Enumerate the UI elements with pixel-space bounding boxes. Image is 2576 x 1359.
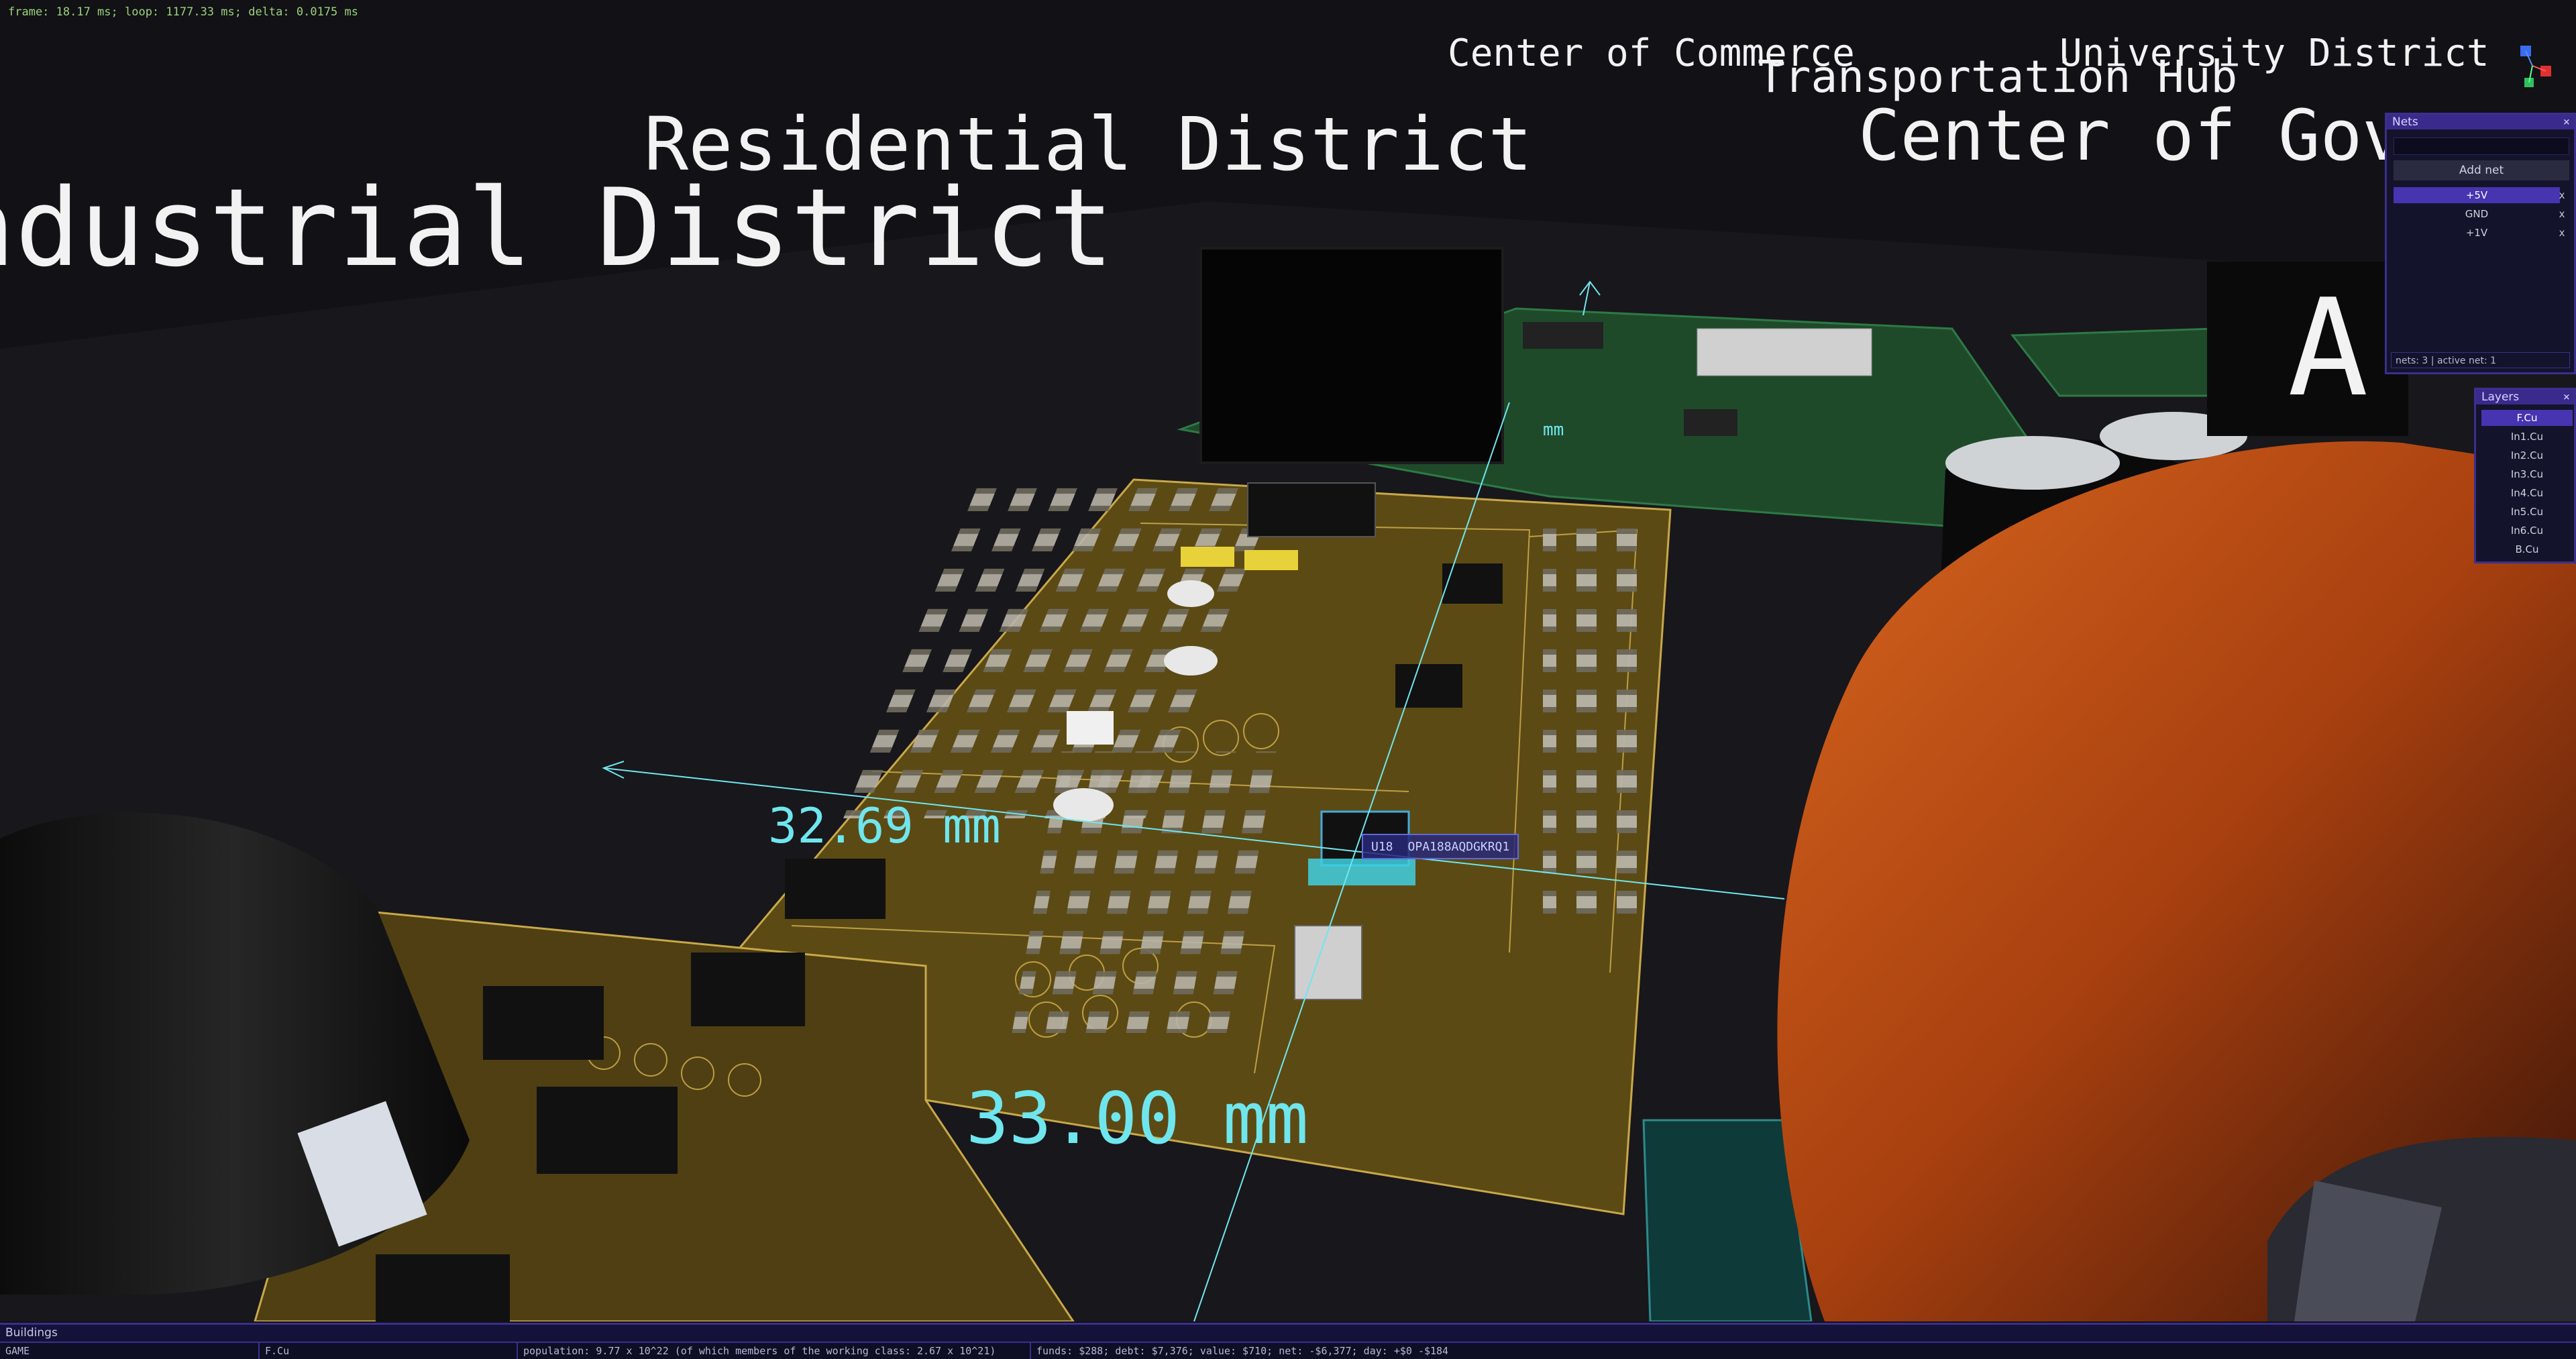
component-part: OPA188AQDGKRQ1: [1407, 839, 1510, 854]
status-bar: GAME F.Cu population: 9.77 x 10^22 (of w…: [0, 1342, 2576, 1359]
cap-white-2: [1164, 646, 1218, 675]
small-ic: [1067, 711, 1114, 745]
dimension-label-bottom: 33.00 mm: [966, 1077, 1309, 1160]
selected-component-tag[interactable]: U18 OPA188AQDGKRQ1: [1362, 834, 1519, 859]
net-item[interactable]: +1V: [2394, 225, 2560, 241]
nets-search-input[interactable]: [2394, 138, 2569, 155]
3d-viewport[interactable]: frame: 18.17 ms; loop: 1177.33 ms; delta…: [0, 0, 2576, 1321]
nets-close-icon[interactable]: ×: [2563, 115, 2570, 129]
ic-qfp: [1247, 482, 1376, 537]
cap-white-1: [1167, 580, 1214, 607]
green-chip-2: [1684, 409, 1737, 436]
ic-bga: [1294, 925, 1362, 1000]
ic-soic-1: [1442, 563, 1503, 604]
layer-item[interactable]: In3.Cu: [2481, 466, 2573, 482]
layers-panel: Layers × F.Cu In1.Cu In2.Cu In3.Cu In4.C…: [2474, 388, 2576, 563]
status-mode: GAME: [5, 1345, 30, 1357]
status-layer: F.Cu: [258, 1343, 517, 1359]
remove-net-button[interactable]: x: [2555, 206, 2569, 222]
remove-net-button[interactable]: x: [2555, 187, 2569, 203]
cap-white-3: [1053, 788, 1114, 822]
layer-item[interactable]: In4.Cu: [2481, 485, 2573, 501]
u18-pad-highlight: [1308, 859, 1415, 885]
ic-sot-4: [537, 1087, 678, 1174]
status-population: population: 9.77 x 10^22 (of which membe…: [517, 1343, 1030, 1359]
layers-close-icon[interactable]: ×: [2563, 390, 2570, 404]
district-label-residential: Residential District: [644, 101, 1533, 187]
district-label-transportation: Transportation Hub: [1758, 51, 2238, 103]
nets-panel-title: Nets: [2387, 115, 2574, 129]
layer-item[interactable]: B.Cu: [2481, 541, 2573, 557]
dimension-label-top: mm: [1543, 420, 1564, 440]
layer-item[interactable]: In6.Cu: [2481, 523, 2573, 539]
district-label-industrial: Industrial District: [0, 165, 1114, 290]
layer-item[interactable]: In1.Cu: [2481, 429, 2573, 445]
rf-module: [1697, 328, 1872, 376]
yellow-pad-1: [1181, 547, 1234, 567]
nets-status: nets: 3 | active net: 1: [2391, 352, 2570, 368]
ic-sot-5: [376, 1254, 510, 1321]
ic-sot-2: [691, 953, 805, 1026]
yellow-pad-2: [1244, 550, 1298, 570]
cap-top-1: [1945, 436, 2120, 490]
resistor-array-1: [1543, 517, 1637, 919]
layers-panel-title: Layers: [2476, 390, 2574, 404]
ic-soic-2: [1395, 664, 1462, 708]
layer-item[interactable]: In2.Cu: [2481, 447, 2573, 464]
add-net-button[interactable]: Add net: [2394, 160, 2569, 180]
net-item[interactable]: GND: [2394, 206, 2560, 222]
district-label-government: Center of Gov: [1858, 95, 2404, 176]
status-economy: funds: $288; debt: $7,376; value: $710; …: [1030, 1343, 2576, 1359]
component-ref: U18: [1371, 839, 1393, 854]
green-chip-1: [1523, 322, 1603, 349]
district-label-partial: A: [2288, 270, 2369, 427]
ic-sot-1: [785, 859, 885, 919]
layer-item[interactable]: In5.Cu: [2481, 504, 2573, 520]
axis-gizmo[interactable]: [2506, 39, 2566, 99]
buildings-bar[interactable]: Buildings: [0, 1323, 2576, 1342]
perf-readout: frame: 18.17 ms; loop: 1177.33 ms; delta…: [8, 5, 358, 19]
layer-item[interactable]: F.Cu: [2481, 410, 2573, 426]
dimension-label-mid: 32.69 mm: [768, 798, 1001, 854]
black-box-connector: [1199, 247, 1504, 464]
ic-sot-3: [483, 986, 604, 1060]
remove-net-button[interactable]: x: [2555, 225, 2569, 241]
net-item[interactable]: +5V: [2394, 187, 2560, 203]
nets-panel: Nets × Add net +5V x GND x +1V x nets: 3…: [2385, 113, 2576, 374]
